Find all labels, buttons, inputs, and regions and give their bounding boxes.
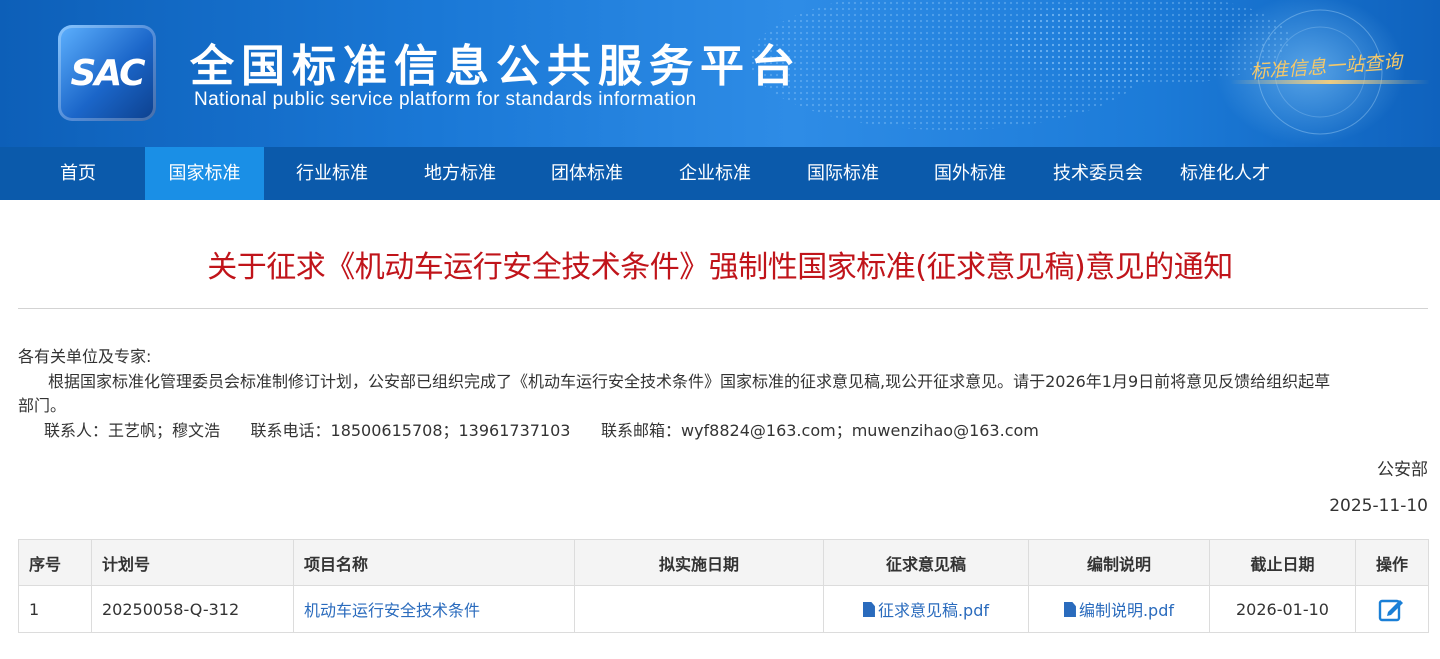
greeting-text: 各有关单位及专家:: [18, 347, 152, 366]
table-row: 1 20250058-Q-312 机动车运行安全技术条件 征求意见稿.pdf 编…: [18, 585, 1429, 633]
nav-item-enterprise-standards[interactable]: 企业标准: [655, 147, 775, 200]
nav-item-home[interactable]: 首页: [18, 147, 138, 200]
col-header-index: 序号: [18, 539, 92, 586]
explanation-pdf-label: 编制说明.pdf: [1078, 601, 1175, 620]
site-title: 全国标准信息公共服务平台: [190, 41, 802, 92]
cell-project-name: 机动车运行安全技术条件: [293, 585, 575, 633]
main-nav: 首页 国家标准 行业标准 地方标准 团体标准 企业标准 国际标准 国外标准 技术…: [0, 147, 1440, 200]
draft-pdf-label: 征求意见稿.pdf: [877, 601, 990, 620]
table-header-row: 序号 计划号 项目名称 拟实施日期 征求意见稿 编制说明 截止日期 操作: [18, 539, 1429, 586]
explanation-pdf-link[interactable]: 编制说明.pdf: [1063, 601, 1175, 620]
nav-item-standardization-talent[interactable]: 标准化人才: [1164, 147, 1286, 200]
col-header-implement-date: 拟实施日期: [574, 539, 824, 586]
article-title: 关于征求《机动车运行安全技术条件》强制性国家标准(征求意见稿)意见的通知: [207, 250, 1233, 285]
nav-item-industry-standards[interactable]: 行业标准: [272, 147, 392, 200]
contact-info: 联系人：王艺帆；穆文浩 联系电话：18500615708；13961737103…: [44, 421, 1039, 440]
cell-index: 1: [18, 585, 92, 633]
nav-item-international-standards[interactable]: 国际标准: [783, 147, 903, 200]
cell-action: [1355, 585, 1429, 633]
notice-paragraph-line2: 部门。: [18, 396, 67, 415]
cell-explanation: 编制说明.pdf: [1028, 585, 1210, 633]
project-name-link[interactable]: 机动车运行安全技术条件: [304, 601, 480, 620]
cell-plan-no: 20250058-Q-312: [91, 585, 294, 633]
cell-deadline: 2026-01-10: [1209, 585, 1356, 633]
sac-logo[interactable]: SAC: [58, 25, 156, 121]
file-icon: [862, 602, 875, 617]
nav-item-group-standards[interactable]: 团体标准: [527, 147, 647, 200]
title-divider: [18, 308, 1428, 309]
nav-item-local-standards[interactable]: 地方标准: [400, 147, 520, 200]
nav-item-national-standards[interactable]: 国家标准: [145, 147, 264, 200]
col-header-explanation: 编制说明: [1028, 539, 1210, 586]
file-icon: [1063, 602, 1076, 617]
col-header-plan-no: 计划号: [91, 539, 294, 586]
col-header-action: 操作: [1355, 539, 1429, 586]
issuer: 公安部: [1377, 460, 1428, 480]
nav-item-technical-committees[interactable]: 技术委员会: [1037, 147, 1159, 200]
col-header-deadline: 截止日期: [1209, 539, 1356, 586]
logo-text: SAC: [70, 53, 145, 94]
edit-feedback-icon[interactable]: [1378, 596, 1406, 622]
notice-paragraph-line1: 根据国家标准化管理委员会标准制修订计划，公安部已组织完成了《机动车运行安全技术条…: [48, 372, 1331, 391]
cell-implement-date: [574, 585, 824, 633]
site-subtitle: National public service platform for sta…: [194, 89, 697, 110]
standards-table: 序号 计划号 项目名称 拟实施日期 征求意见稿 编制说明 截止日期 操作 1 2…: [18, 539, 1429, 633]
nav-item-foreign-standards[interactable]: 国外标准: [910, 147, 1030, 200]
col-header-project-name: 项目名称: [293, 539, 575, 586]
col-header-draft: 征求意见稿: [823, 539, 1029, 586]
issue-date: 2025-11-10: [1329, 496, 1428, 516]
draft-pdf-link[interactable]: 征求意见稿.pdf: [862, 601, 990, 620]
header-banner: SAC 全国标准信息公共服务平台 National public service…: [0, 0, 1440, 147]
cell-draft: 征求意见稿.pdf: [823, 585, 1029, 633]
